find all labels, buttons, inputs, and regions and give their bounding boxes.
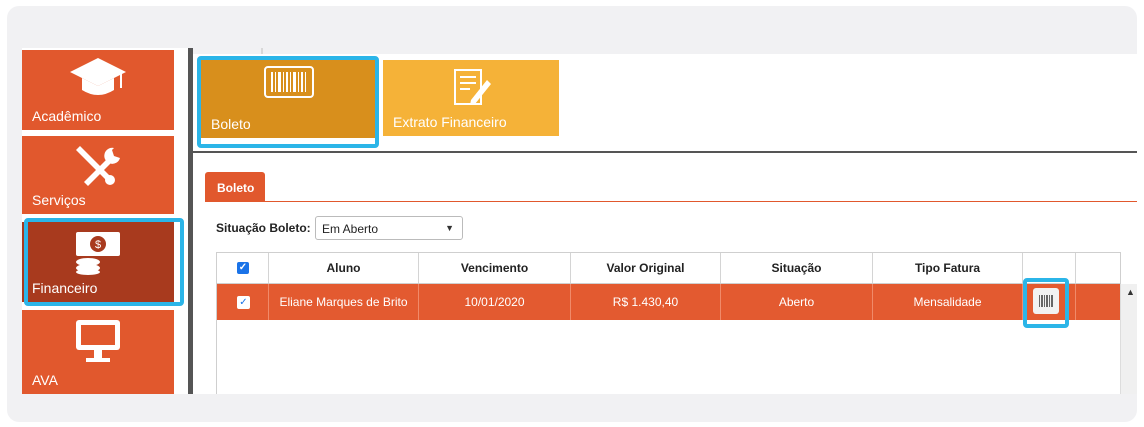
column-header-tipo-fatura[interactable]: Tipo Fatura bbox=[873, 253, 1023, 283]
cell-aluno: Eliane Marques de Brito bbox=[269, 284, 419, 320]
boleto-highlight bbox=[197, 56, 379, 148]
grid-header: ✓ Aluno Vencimento Valor Original Situaç… bbox=[217, 253, 1120, 284]
cell-situacao: Aberto bbox=[721, 284, 873, 320]
table-row[interactable]: ✓ Eliane Marques de Brito 10/01/2020 R$ … bbox=[217, 284, 1120, 320]
column-header-spacer bbox=[1076, 253, 1120, 283]
cell-tipo-fatura: Mensalidade bbox=[873, 284, 1023, 320]
column-header-valor-original[interactable]: Valor Original bbox=[571, 253, 721, 283]
screenshot-frame: Acadêmico Serviços $ Financeiro AVA Bole… bbox=[7, 6, 1137, 422]
tab-boleto-label: Boleto bbox=[217, 181, 255, 195]
sidebar-item-label: Acadêmico bbox=[32, 108, 102, 124]
sidebar-item-academico[interactable]: Acadêmico bbox=[22, 50, 174, 130]
document-edit-icon bbox=[449, 66, 493, 113]
row-checkbox[interactable]: ✓ bbox=[237, 296, 250, 309]
tab-boleto[interactable]: Boleto bbox=[205, 172, 265, 202]
chevron-down-icon: ▼ bbox=[445, 223, 454, 233]
monitor-icon bbox=[70, 316, 126, 369]
sidebar-item-servicos[interactable]: Serviços bbox=[22, 136, 174, 214]
financeiro-highlight bbox=[24, 218, 184, 306]
column-header-situacao[interactable]: Situação bbox=[721, 253, 873, 283]
situacao-boleto-value: Em Aberto bbox=[322, 222, 379, 236]
tab-underline bbox=[205, 201, 1137, 202]
main-content: Boleto Extrato Financeiro Boleto Situaçã… bbox=[193, 48, 1137, 394]
tools-icon bbox=[70, 142, 126, 191]
sidebar-item-label: Serviços bbox=[32, 192, 86, 208]
scroll-up-icon[interactable]: ▲ bbox=[1126, 287, 1135, 297]
extrato-financeiro-button[interactable]: Extrato Financeiro bbox=[383, 60, 559, 136]
situacao-boleto-select[interactable]: Em Aberto ▼ bbox=[315, 216, 463, 240]
graduation-cap-icon bbox=[68, 56, 128, 105]
grid-scrollbar[interactable]: ▲ bbox=[1120, 284, 1137, 394]
situacao-boleto-label: Situação Boleto: bbox=[216, 221, 311, 235]
row-select-cell: ✓ bbox=[217, 284, 269, 320]
sidebar-item-ava[interactable]: AVA bbox=[22, 310, 174, 394]
select-all-checkbox[interactable]: ✓ bbox=[237, 262, 249, 274]
top-strip bbox=[193, 48, 1137, 54]
cell-valor: R$ 1.430,40 bbox=[571, 284, 721, 320]
column-header-aluno[interactable]: Aluno bbox=[269, 253, 419, 283]
app-window: Acadêmico Serviços $ Financeiro AVA Bole… bbox=[22, 48, 1137, 394]
cell-vencimento: 10/01/2020 bbox=[419, 284, 571, 320]
column-header-vencimento[interactable]: Vencimento bbox=[419, 253, 571, 283]
select-all-cell: ✓ bbox=[217, 253, 269, 283]
sidebar-item-label: AVA bbox=[32, 372, 58, 388]
toolbar-divider bbox=[193, 151, 1137, 153]
extrato-financeiro-label: Extrato Financeiro bbox=[393, 114, 507, 130]
print-boleto-highlight bbox=[1023, 278, 1069, 328]
boleto-grid: ✓ Aluno Vencimento Valor Original Situaç… bbox=[216, 252, 1137, 394]
